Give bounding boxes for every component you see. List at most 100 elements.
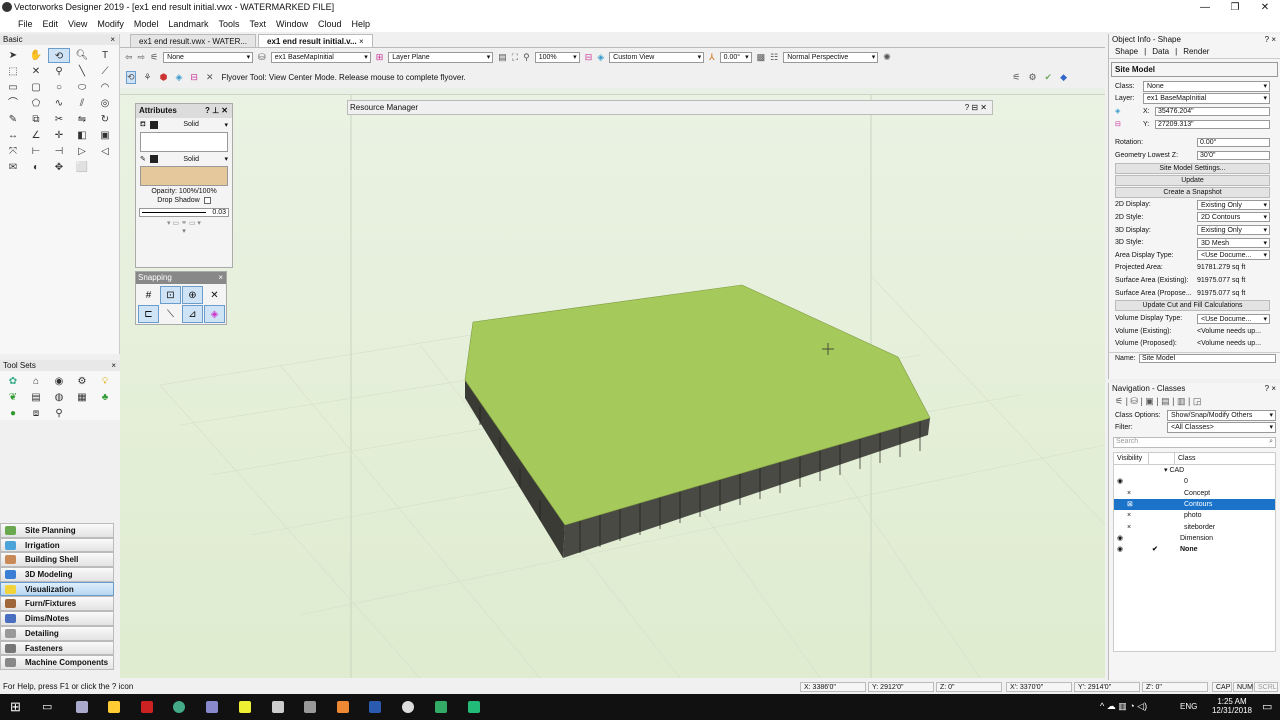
tab-shape[interactable]: Shape [1115,47,1138,56]
close-icon[interactable]: × [110,34,115,45]
app-icon[interactable] [239,701,251,713]
snap-distance-icon[interactable]: ⊏ [138,305,159,323]
system-tray-icons[interactable]: ^ ☁ ▥ ◔ ◁) [1100,701,1147,712]
hidden-x-icon[interactable]: × [1127,488,1131,499]
freehand-icon[interactable]: ∿ [48,96,70,111]
workspace-visualization[interactable]: Visualization [0,581,114,597]
site-model[interactable] [464,284,931,558]
tab-render[interactable]: Render [1183,47,1209,56]
drop-shadow-checkbox[interactable] [203,197,211,204]
split-icon[interactable]: ⊢ [25,144,47,159]
eye-icon[interactable]: ◉ [1117,544,1123,555]
menu-landmark[interactable]: Landmark [168,19,208,29]
close-icon[interactable]: × [111,360,116,371]
axis-icon[interactable]: ⅄ [709,52,715,63]
workspace-machine-components[interactable]: Machine Components [0,655,114,670]
text-tool-icon[interactable]: T [94,48,116,63]
settings-icon[interactable] [304,701,316,713]
forward-icon[interactable]: ⇨ [138,52,146,63]
render-mode-icon[interactable]: ▩ [757,52,766,63]
light-tools-icon[interactable]: 💡︎ [94,374,116,389]
palette-controls-icon[interactable]: ? × [1265,383,1276,394]
class-row[interactable]: ⊠ Contours [1114,499,1275,511]
tab-data[interactable]: Data [1152,47,1169,56]
menu-text[interactable]: Text [249,19,266,29]
x-field[interactable]: 35476.204" [1155,106,1270,116]
pen-color-swatch[interactable] [149,155,158,163]
circle-tool-icon[interactable]: ○ [48,80,70,95]
markers-row[interactable]: ▾ ▭ ⚭ ▭ ▾ [136,219,232,227]
spiral-icon[interactable]: ◎ [94,96,116,111]
rotate-icon[interactable]: ↻ [94,112,116,127]
menu-tools[interactable]: Tools [218,19,239,29]
vlc-icon[interactable] [337,701,349,713]
snap-off-icon[interactable]: ⚟ [1012,72,1020,83]
minimize-button[interactable]: — [1190,0,1220,15]
class-options-dropdown[interactable]: Show/Snap/Modify Others [1167,409,1276,421]
polygon-icon[interactable]: ⬠ [25,96,47,111]
fill-color-swatch[interactable] [149,120,158,129]
eye-mode-icon[interactable]: ◈ [175,72,182,83]
hidden-x-icon[interactable]: × [1127,522,1131,533]
workspace-3d-modeling[interactable]: 3D Modeling [0,567,114,582]
snap-angle-icon[interactable]: ⊕ [182,286,203,304]
notifications-icon[interactable]: ▭ [1262,700,1272,713]
oval-tool-icon[interactable]: ⬭ [71,80,93,95]
settings-icon[interactable]: ⚙ [1028,72,1036,83]
object-mode-icon[interactable]: ⬢ [160,72,168,83]
app-icon[interactable] [141,701,153,713]
lighting-icon[interactable]: ✺ [883,52,891,63]
pen-style-dropdown[interactable]: Solid [162,156,221,163]
back-icon[interactable]: ⇦ [125,52,133,63]
standard-view-dropdown[interactable]: Custom View [609,52,705,63]
zoom-dropdown[interactable]: 100% [534,52,580,63]
dimension-icon[interactable]: ↔ [2,128,24,143]
render-tools-icon[interactable]: ⚙ [71,374,93,389]
palette-controls-icon[interactable]: ? × [1265,34,1276,45]
tab-close-icon[interactable]: × [359,37,364,46]
attribute-icon[interactable]: ⚲ [48,64,70,79]
clock[interactable]: 1:25 AM 12/31/2018 [1207,697,1257,715]
arc-tool-icon[interactable]: ◠ [94,80,116,95]
field-dropdown[interactable]: 3D Mesh [1197,237,1270,249]
app-icon[interactable] [272,701,284,713]
rect-select-icon[interactable]: ⬚ [2,64,24,79]
resource-manager-controls-icon[interactable]: ? ⊟ ✕ [965,101,987,114]
eye-icon[interactable]: ◉ [1117,476,1123,487]
hidden-x-icon[interactable]: ⊠ [1127,499,1133,510]
zoom-icon[interactable]: ⚲ [523,52,530,63]
field-input[interactable]: 0.00° [1197,138,1270,148]
misc-tools-icon[interactable]: ⚲ [48,406,70,421]
callout-icon[interactable]: ✉ [2,160,24,175]
update-button[interactable]: Update [1115,174,1270,186]
word-icon[interactable] [369,701,381,713]
class-row[interactable]: ◉ Dimension [1114,533,1275,544]
menu-window[interactable]: Window [276,19,308,29]
reshape-icon[interactable]: ⤧ [2,144,24,159]
landscape-tools-icon[interactable]: ❦ [2,390,24,405]
offset-icon[interactable]: ⧉ [25,112,47,127]
position-icon[interactable]: ◈ [1115,107,1143,115]
class-row[interactable]: × photo [1114,510,1275,521]
line-weight-field[interactable]: 0.03 [139,208,229,217]
workspace-fasteners[interactable]: Fasteners [0,640,114,656]
workspace-furn-fixtures[interactable]: Furn/Fixtures [0,596,114,612]
line-tool-icon[interactable]: ╲ [71,64,93,79]
active-class-dropdown[interactable]: None [163,52,254,63]
start-icon[interactable]: ⊞ [10,699,21,715]
menu-help[interactable]: Help [352,19,371,29]
close-icon[interactable]: × [218,272,223,284]
projection-dropdown[interactable]: Normal Perspective [783,52,879,63]
snap-grid-icon[interactable]: # [138,286,159,304]
view-center-mode-icon[interactable]: ⟲ [126,70,136,84]
mirror-icon[interactable]: ⇋ [71,112,93,127]
chrome-icon[interactable] [173,701,185,713]
rounded-rect-icon[interactable]: ▢ [25,80,47,95]
section-icon[interactable]: ◐ [25,160,47,175]
wall-tools-icon[interactable]: ⧈ [25,406,47,421]
plane-mode-icon[interactable]: ⊟ [190,72,198,83]
class-icon[interactable]: ⚟ [150,52,158,63]
class-row[interactable]: ◉ 0 [1114,476,1275,487]
symbol-icon[interactable]: ▣ [94,128,116,143]
selection-tool-icon[interactable]: ➤ [2,48,24,63]
